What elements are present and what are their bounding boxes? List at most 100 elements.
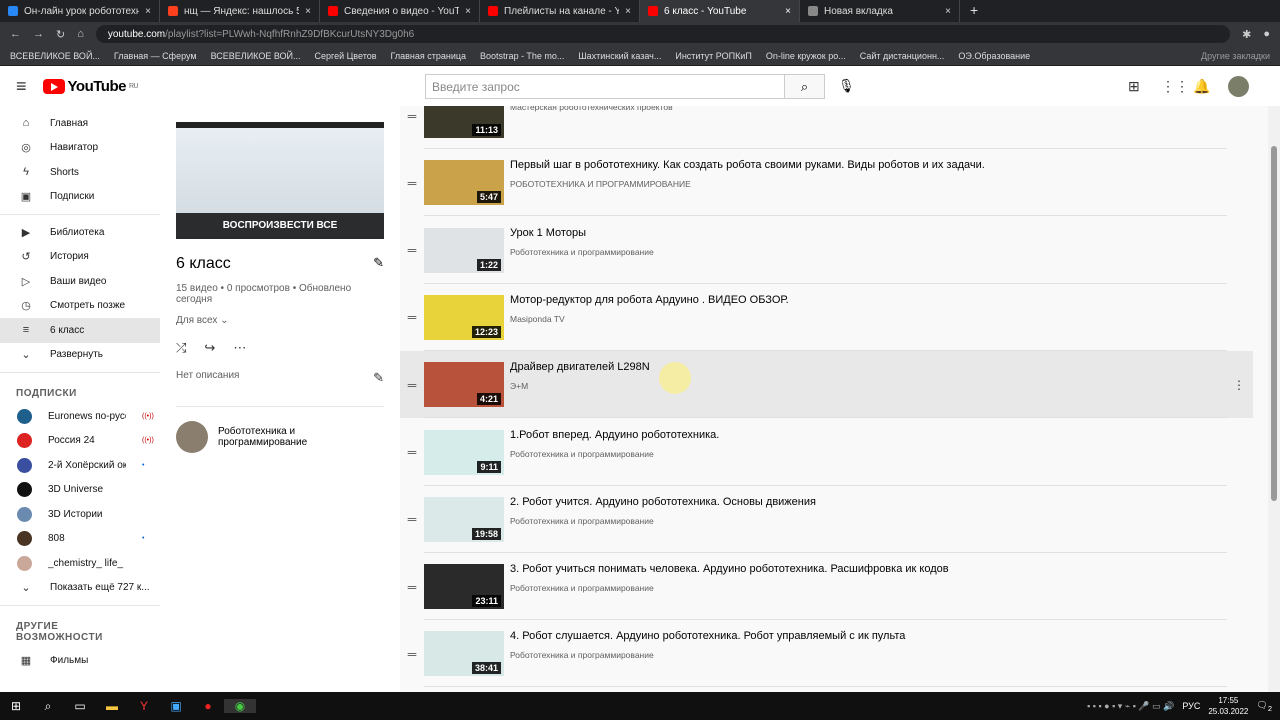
video-thumbnail[interactable]: 4:21: [424, 362, 504, 408]
playlist-video-row[interactable]: ═ 11:13 Мастерская робототехнических проек…: [400, 106, 1253, 149]
sidebar-item[interactable]: ↺ История: [0, 245, 160, 270]
bookmark-item[interactable]: Главная — Сферум: [114, 51, 197, 61]
drag-handle-icon[interactable]: ═: [400, 512, 424, 526]
drag-handle-icon[interactable]: ═: [400, 445, 424, 459]
playlist-video-row[interactable]: ═ 5:47 Первый шаг в робототехнику. Как соз…: [400, 149, 1253, 217]
video-title[interactable]: Урок 1 Моторы: [510, 227, 1253, 239]
drag-handle-icon[interactable]: ═: [400, 109, 424, 123]
bookmark-item[interactable]: Bootstrap - The mo...: [480, 51, 564, 61]
video-title[interactable]: 2. Робот учится. Ардуино робототехника. …: [510, 496, 1253, 508]
video-channel[interactable]: Masiponda TV: [510, 314, 1253, 324]
video-channel[interactable]: Робототехника и программирование: [510, 583, 1253, 593]
browser-tab[interactable]: 6 класс - YouTube ×: [640, 0, 800, 22]
video-title[interactable]: 1.Робот вперед. Ардуино робототехника.: [510, 429, 1253, 441]
menu-icon[interactable]: ≡: [16, 76, 27, 97]
clock[interactable]: 17:55 25.03.2022: [1208, 695, 1248, 717]
url-input[interactable]: youtube.com/playlist?list=PLWwh-NqfhfRnh…: [95, 25, 1231, 43]
browser-tab[interactable]: Новая вкладка ×: [800, 0, 960, 22]
other-bookmarks[interactable]: Другие закладки: [1201, 51, 1270, 61]
drag-handle-icon[interactable]: ═: [400, 243, 424, 257]
sidebar-item[interactable]: ◷ Смотреть позже: [0, 294, 160, 319]
language-indicator[interactable]: РУС: [1182, 701, 1200, 711]
video-thumbnail[interactable]: 12:23: [424, 294, 504, 340]
bookmark-item[interactable]: ВСЕВЕЛИКОЕ ВОЙ...: [10, 51, 100, 61]
drag-handle-icon[interactable]: ═: [400, 310, 424, 324]
close-tab-icon[interactable]: ×: [945, 6, 951, 17]
back-icon[interactable]: ←: [10, 28, 21, 40]
playlist-owner[interactable]: Робототехника и программирование: [176, 406, 384, 453]
browser-tab[interactable]: Он-лайн урок робототехники×: [0, 0, 160, 22]
sidebar-item[interactable]: ▶ Библиотека: [0, 220, 160, 245]
app-icon[interactable]: ▣: [160, 699, 192, 713]
scrollbar-thumb[interactable]: [1271, 146, 1277, 501]
bookmark-item[interactable]: Институт РОПКиП: [675, 51, 751, 61]
record-icon[interactable]: ●: [192, 699, 224, 713]
subscription-item[interactable]: 3D Universe: [0, 478, 160, 503]
playlist-video-row[interactable]: ═ 9:11 1.Робот вперед. Ардуино робототехни…: [400, 419, 1253, 486]
new-tab-icon[interactable]: +: [960, 2, 988, 22]
edit-description-icon[interactable]: ✎: [373, 370, 384, 386]
sidebar-item[interactable]: ϟ Shorts: [0, 160, 160, 185]
subscription-item[interactable]: 2-й Хопёрский ок...•: [0, 453, 160, 478]
close-tab-icon[interactable]: ×: [465, 6, 471, 17]
video-title[interactable]: 3. Робот учиться понимать человека. Арду…: [510, 563, 1253, 575]
visibility-select[interactable]: Для всех ⌄: [176, 315, 384, 326]
shuffle-icon[interactable]: ⤮: [176, 340, 186, 356]
task-view-icon[interactable]: ▭: [64, 699, 96, 713]
playlist-video-row[interactable]: ═ 23:11 3. Робот учиться понимать человека…: [400, 553, 1253, 621]
edit-title-icon[interactable]: ✎: [373, 255, 384, 273]
close-tab-icon[interactable]: ×: [305, 6, 311, 17]
drag-handle-icon[interactable]: ═: [400, 378, 424, 392]
video-title[interactable]: Драйвер двигателей L298N: [510, 361, 1233, 373]
video-thumbnail[interactable]: 38:41: [424, 631, 504, 677]
sidebar-item[interactable]: ◎ Навигатор: [0, 136, 160, 161]
playlist-thumbnail[interactable]: ВОСПРОИЗВЕСТИ ВСЕ: [176, 122, 384, 239]
video-thumbnail[interactable]: 19:58: [424, 496, 504, 542]
more-actions-icon[interactable]: ⋮: [1233, 378, 1253, 392]
sidebar-item-films[interactable]: ▦ Фильмы: [0, 648, 160, 673]
explorer-icon[interactable]: ▬: [96, 699, 128, 713]
browser-tab[interactable]: Плейлисты на канале - YouTube×: [480, 0, 640, 22]
share-icon[interactable]: ↪: [204, 340, 215, 356]
playlist-video-row[interactable]: ═ 19:58 2. Робот учится. Ардуино робототех…: [400, 486, 1253, 553]
sidebar-item[interactable]: ▷ Ваши видео: [0, 269, 160, 294]
subscription-item[interactable]: Россия 24 ((•)): [0, 429, 160, 454]
video-channel[interactable]: Э+М: [510, 381, 1233, 391]
video-title[interactable]: Мотор-редуктор для робота Ардуино . ВИДЕ…: [510, 294, 1253, 306]
tray-icons[interactable]: ▪ ▪ ▪ ● ▪ ▾ ⌁ ▪ 🎤 ▭ 🔊: [1087, 701, 1174, 712]
playlist-video-row[interactable]: ═ 4:21 Драйвер двигателей L298N Э+М ⋮: [400, 351, 1253, 419]
sidebar-item[interactable]: ⌄ Развернуть: [0, 343, 160, 368]
bookmark-item[interactable]: Сергей Цветов: [315, 51, 377, 61]
play-all-button[interactable]: ВОСПРОИЗВЕСТИ ВСЕ: [176, 213, 384, 239]
home-icon[interactable]: ⌂: [77, 28, 84, 40]
playlist-video-row[interactable]: ═ 1:22 Урок 1 Моторы Робототехника и програ…: [400, 217, 1253, 284]
page-scrollbar[interactable]: [1268, 106, 1280, 692]
sidebar-item[interactable]: ≡ 6 класс: [0, 318, 160, 343]
video-channel[interactable]: Мастерская робототехнических проектов: [510, 106, 1253, 112]
video-channel[interactable]: Робототехника и программирование: [510, 247, 1253, 257]
avatar[interactable]: [1228, 76, 1249, 97]
video-title[interactable]: Первый шаг в робототехнику. Как создать …: [510, 159, 1253, 171]
subscription-item[interactable]: 808 •: [0, 527, 160, 552]
video-channel[interactable]: Робототехника и программирование: [510, 516, 1253, 526]
subscription-item[interactable]: _chemistry_ life_: [0, 551, 160, 576]
drag-handle-icon[interactable]: ═: [400, 176, 424, 190]
drag-handle-icon[interactable]: ═: [400, 580, 424, 594]
browser-tab[interactable]: Сведения о видео - YouTube Studio×: [320, 0, 480, 22]
youtube-logo[interactable]: YouTube RU: [42, 78, 139, 95]
mic-icon[interactable]: 🎙: [838, 78, 855, 94]
drag-handle-icon[interactable]: ═: [400, 647, 424, 661]
bookmark-item[interactable]: On-line кружок ро...: [766, 51, 846, 61]
more-icon[interactable]: ⋯: [233, 340, 246, 356]
sidebar-item[interactable]: ▣ Подписки: [0, 185, 160, 210]
browser-tab[interactable]: нщ — Яндекс: нашлось 53 тыс.×: [160, 0, 320, 22]
subscription-item[interactable]: Euronews по-русс...((•)): [0, 404, 160, 429]
bookmark-item[interactable]: Главная страница: [391, 51, 467, 61]
bookmark-item[interactable]: Сайт дистанционн...: [860, 51, 945, 61]
bookmark-item[interactable]: Шахтинский казач...: [578, 51, 661, 61]
apps-icon[interactable]: ⋮⋮: [1161, 78, 1189, 95]
notifications-center-icon[interactable]: 🗨2: [1256, 700, 1272, 713]
bookmark-item[interactable]: ОЭ.Образование: [958, 51, 1030, 61]
bookmark-item[interactable]: ВСЕВЕЛИКОЕ ВОЙ...: [211, 51, 301, 61]
video-channel[interactable]: РОБОТОТЕХНИКА И ПРОГРАММИРОВАНИЕ: [510, 179, 1253, 189]
